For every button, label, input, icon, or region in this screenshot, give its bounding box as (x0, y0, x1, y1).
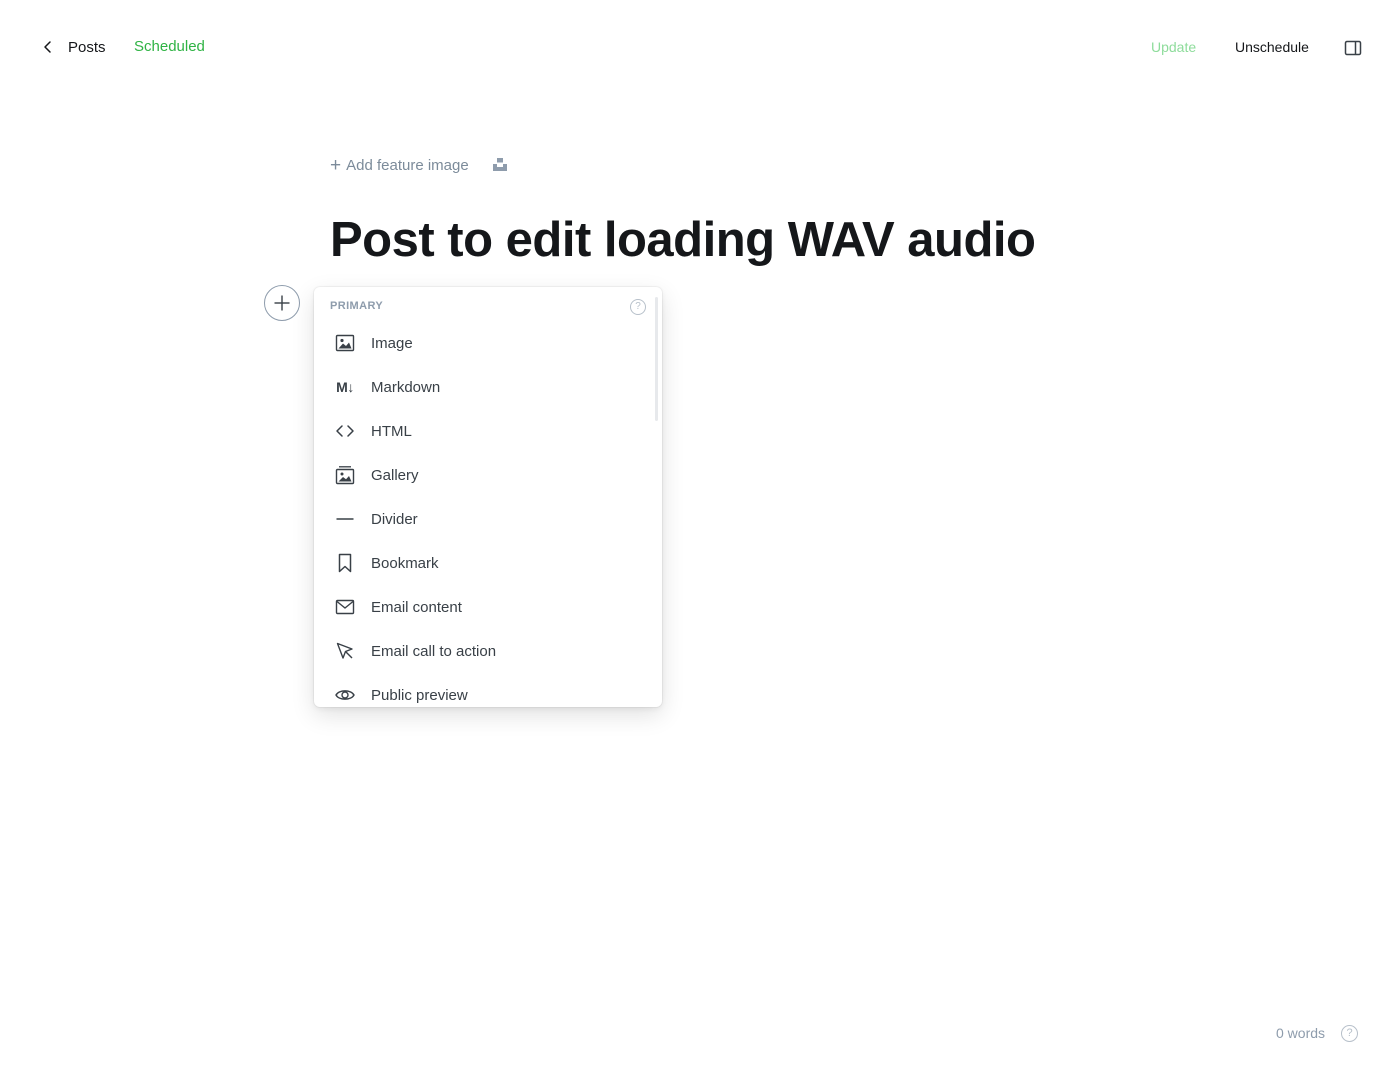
card-menu-item-label: Markdown (371, 378, 441, 396)
cursor-icon (334, 640, 356, 662)
back-label: Posts (68, 38, 106, 56)
unsplash-icon[interactable] (492, 156, 508, 172)
card-menu-item-label: Email content (371, 598, 462, 616)
image-icon (334, 332, 356, 354)
card-menu-item-markdown[interactable]: M↓ Markdown (314, 365, 662, 409)
card-menu-item-label: Gallery (371, 466, 419, 484)
bookmark-icon (334, 552, 356, 574)
card-menu-item-label: Email call to action (371, 642, 497, 660)
markdown-icon: M↓ (336, 379, 354, 395)
plus-icon: + (330, 154, 342, 176)
card-menu-list: Image M↓ Markdown HTML Gallery Divider B… (314, 321, 662, 707)
update-button[interactable]: Update (1151, 39, 1196, 55)
chevron-left-icon (44, 41, 51, 53)
gallery-icon (334, 464, 356, 486)
card-menu-item-divider[interactable]: Divider (314, 497, 662, 541)
eye-icon (334, 684, 356, 706)
card-menu-item-label: HTML (371, 422, 412, 440)
sidebar-toggle-icon[interactable] (1343, 38, 1363, 58)
add-feature-image-button[interactable]: + Add feature image (330, 154, 469, 176)
help-icon[interactable]: ? (1341, 1025, 1358, 1042)
card-menu-item-image[interactable]: Image (314, 321, 662, 365)
divider-icon (334, 508, 356, 530)
editor-header: Posts Scheduled Update Unschedule (0, 0, 1400, 94)
card-menu-item-gallery[interactable]: Gallery (314, 453, 662, 497)
plus-icon (274, 295, 290, 311)
help-icon[interactable]: ? (630, 299, 646, 315)
card-menu-item-email-content[interactable]: Email content (314, 585, 662, 629)
card-menu-item-bookmark[interactable]: Bookmark (314, 541, 662, 585)
card-menu-item-label: Image (371, 334, 413, 352)
card-menu-item-label: Divider (371, 510, 418, 528)
post-status: Scheduled (134, 38, 205, 55)
card-menu-item-label: Bookmark (371, 554, 439, 572)
card-menu-item-email-cta[interactable]: Email call to action (314, 629, 662, 673)
card-menu-item-html[interactable]: HTML (314, 409, 662, 453)
add-feature-image-label: Add feature image (346, 156, 469, 174)
unschedule-button[interactable]: Unschedule (1235, 39, 1309, 55)
word-count: 0 words (1276, 1025, 1326, 1041)
code-icon (334, 420, 356, 442)
card-menu-section-heading: PRIMARY (330, 300, 384, 312)
add-card-button[interactable] (264, 285, 300, 321)
card-menu: PRIMARY ? Image M↓ Markdown HTML Gallery (314, 287, 662, 707)
card-menu-item-public-preview[interactable]: Public preview (314, 673, 662, 707)
card-menu-item-label: Public preview (371, 686, 468, 704)
post-title[interactable]: Post to edit loading WAV audio (330, 212, 1036, 268)
back-to-posts-link[interactable]: Posts (40, 36, 106, 58)
email-icon (334, 596, 356, 618)
